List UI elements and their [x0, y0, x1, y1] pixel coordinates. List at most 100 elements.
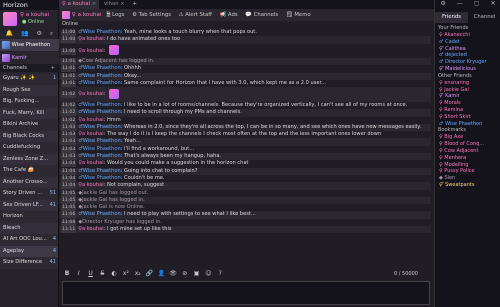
channel-item[interactable]: Rough Sex [0, 84, 58, 96]
friend-item[interactable]: ♀ Modelling [435, 162, 500, 169]
close-icon[interactable]: ✕ [490, 0, 495, 9]
tab-logs[interactable]: 🗎 Logs [103, 11, 127, 20]
tab-memo[interactable]: 🗒 Memo [283, 11, 314, 20]
add-channel-icon[interactable]: + [51, 64, 55, 72]
close-icon[interactable]: × [92, 1, 96, 7]
pm-tab-kamir[interactable]: Kamir [0, 52, 59, 64]
channel-item[interactable]: Bikini Archive [0, 119, 58, 131]
help-icon[interactable]: ? [215, 270, 225, 277]
eye-icon[interactable]: 👁 [168, 270, 178, 277]
channel-item[interactable]: Story Driven ... 51 [0, 188, 58, 200]
color-icon[interactable]: ◐ [109, 270, 119, 277]
message-author[interactable]: Wise Phaethon [83, 175, 121, 181]
friend-item[interactable]: ♂ Wise Phaethon [435, 121, 500, 128]
channel-item[interactable]: Big, Fucking... [0, 96, 58, 108]
friend-item[interactable]: ◆ Slen [435, 175, 500, 182]
search-icon[interactable]: ⌕ [50, 30, 53, 38]
tab-tab-settings[interactable]: ⚙ Tab Settings [129, 11, 174, 20]
channel-item[interactable]: Bleach [0, 222, 58, 234]
friend-item[interactable]: ♀ Blood of Conq... [435, 141, 500, 148]
friend-item[interactable]: ♂ Director Kryuger [435, 59, 500, 66]
message-author[interactable]: a kouhai [82, 160, 104, 166]
friend-item[interactable]: ♂ dejected [435, 52, 500, 59]
channel-item[interactable]: Fuck, Marry, Kill [0, 107, 58, 119]
icon-icon[interactable]: ▣ [192, 270, 202, 277]
message-author[interactable]: Wise Phaethon [83, 109, 121, 115]
gear-icon[interactable]: ⚙ [37, 30, 42, 38]
message-author[interactable]: Wise Phaethon [83, 153, 121, 159]
minimize-icon[interactable]: — [457, 0, 463, 9]
message-author[interactable]: a kouhai [82, 36, 104, 42]
bold-icon[interactable]: B [62, 270, 72, 277]
channel-item[interactable]: The Cafe 🍰 [0, 165, 58, 177]
friend-item[interactable]: ♀ Short Skirt [435, 114, 500, 121]
tab-alert-staff[interactable]: ⚠ Alert Staff [176, 11, 215, 20]
user-icon[interactable]: 👤 [156, 270, 166, 277]
link-icon[interactable]: 🔗 [144, 270, 154, 277]
emoji-icon[interactable]: ☺ [203, 270, 213, 277]
message-author[interactable]: a kouhai [82, 131, 104, 137]
friend-item[interactable]: ♀ Pussy Police [435, 168, 500, 175]
message-author[interactable]: a kouhai [82, 226, 104, 232]
message-input[interactable] [62, 281, 430, 305]
italic-icon[interactable]: I [74, 270, 84, 277]
conversation-user[interactable]: a kouhai [78, 12, 102, 18]
message-author[interactable]: a kouhai [82, 48, 104, 54]
friend-item[interactable]: ♂ Cadet [435, 39, 500, 46]
message-author[interactable]: Wise Phaethon [83, 146, 121, 152]
message-author[interactable]: Director Kryuger [82, 219, 124, 225]
message-author[interactable]: Jackie Gal [82, 204, 107, 210]
message-author[interactable]: Jackie Gal [82, 190, 107, 196]
message-author[interactable]: Cow Adjacent [82, 58, 117, 64]
noparse-icon[interactable]: ⊘ [180, 270, 190, 277]
message-author[interactable]: Wise Phaethon [83, 29, 121, 35]
strike-icon[interactable]: S [97, 270, 107, 277]
message-author[interactable]: Wise Phaethon [83, 73, 121, 79]
channel-item[interactable]: Ageplay 4 [0, 245, 58, 257]
message-author[interactable]: Wise Phaethon [83, 124, 121, 130]
underline-icon[interactable]: U [86, 270, 96, 277]
friend-item[interactable]: ⚥ Kamir [435, 93, 500, 100]
superscript-icon[interactable]: x² [121, 270, 131, 277]
channel-item[interactable]: Horizon [0, 211, 58, 223]
subscript-icon[interactable]: x₂ [133, 270, 143, 277]
channel-item[interactable]: AI Art OOC Lou... 4 [0, 234, 58, 246]
profile-avatar[interactable] [3, 12, 17, 26]
tab-channel[interactable]: Channel [468, 12, 500, 23]
friend-item[interactable]: ♀ Remina [435, 107, 500, 114]
message-author[interactable]: Wise Phaethon [83, 65, 121, 71]
friend-item[interactable]: ♀ Menhera [435, 155, 500, 162]
message-author[interactable]: Wise Phaethon [83, 211, 121, 217]
friend-item[interactable]: ♀ Big Axe [435, 134, 500, 141]
channel-item[interactable]: Zenless Zone Z... [0, 153, 58, 165]
users-icon[interactable]: 👥 [21, 30, 28, 38]
channel-item[interactable]: Another Crosso... [0, 176, 58, 188]
message-author[interactable]: a kouhai [82, 117, 104, 123]
profile-name[interactable]: ♀ a kouhai [20, 12, 49, 18]
maximize-icon[interactable]: ▢ [474, 0, 480, 9]
message-author[interactable]: a kouhai [82, 91, 104, 97]
channel-item[interactable]: Gyaru ✨ ✨ 1 [0, 73, 58, 85]
message-author[interactable]: Wise Phaethon [83, 168, 121, 174]
channel-item[interactable]: Cuddlefucking [0, 142, 58, 154]
friend-item[interactable]: ♀ Morals [435, 100, 500, 107]
message-author[interactable]: Wise Phaethon [83, 80, 121, 86]
tab-ads[interactable]: 📢 Ads [217, 11, 241, 20]
friend-item[interactable]: ⚥ Sweatpants [435, 182, 500, 189]
add-tab-button[interactable]: + [129, 0, 139, 9]
friend-item[interactable]: ♀ Jackie Gal [435, 87, 500, 94]
bell-icon[interactable]: 🔔 [6, 30, 13, 38]
tab-friends[interactable]: Friends [435, 12, 468, 23]
profile-status[interactable]: ● Online [22, 19, 44, 25]
message-author[interactable]: a kouhai [82, 182, 104, 188]
top-tab-a-kouhai[interactable]: ♀ a kouhai × [59, 0, 100, 9]
gear-icon[interactable]: ⚙ [440, 0, 445, 9]
channel-item[interactable]: Sex Driven LF... 41 [0, 199, 58, 211]
message-author[interactable]: Wise Phaethon [83, 102, 121, 108]
tab-channels[interactable]: 💬 Channels [242, 11, 281, 20]
friend-item[interactable]: ♀ Akanecchi [435, 32, 500, 39]
top-tab-vihan[interactable]: vihan × [101, 0, 128, 9]
message-author[interactable]: Jackie Gal [82, 197, 107, 203]
pm-tab-wise-phaethon[interactable]: Wise Phaethon [0, 39, 59, 51]
channel-item[interactable]: Size Difference 41 [0, 257, 58, 269]
